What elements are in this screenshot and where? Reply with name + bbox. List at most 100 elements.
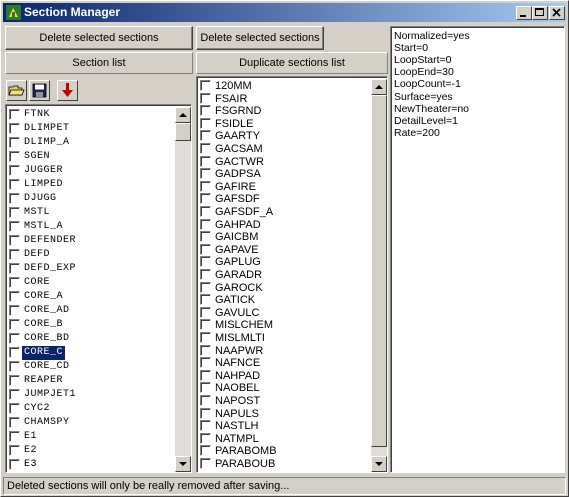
item-label: CORE_CD (24, 361, 70, 372)
property-line: DetailLevel=1 (394, 114, 458, 127)
item-checkbox[interactable] (9, 431, 20, 442)
arrow-down-icon (375, 462, 383, 466)
item-checkbox[interactable] (200, 206, 211, 217)
item-checkbox[interactable] (200, 180, 211, 192)
scroll-thumb[interactable] (371, 95, 387, 447)
item-checkbox[interactable] (200, 294, 211, 306)
item-checkbox[interactable] (200, 432, 211, 444)
item-checkbox[interactable] (200, 155, 211, 167)
maximize-icon (535, 8, 544, 16)
item-checkbox[interactable] (9, 193, 20, 204)
item-checkbox[interactable] (200, 281, 211, 293)
delete-down-arrow-icon (62, 83, 73, 97)
item-label: CORE_A (24, 291, 64, 302)
item-checkbox[interactable] (200, 218, 211, 230)
property-line: Normalized=yes (394, 30, 470, 42)
delete-down-button[interactable] (57, 80, 78, 101)
arrow-up-icon (375, 85, 383, 89)
item-label: DJUGG (24, 193, 57, 204)
open-folder-icon (8, 85, 25, 96)
item-checkbox[interactable] (9, 403, 20, 414)
maximize-button[interactable] (532, 6, 548, 20)
open-button[interactable] (6, 80, 27, 101)
item-checkbox[interactable] (200, 193, 211, 205)
item-checkbox[interactable] (9, 221, 20, 232)
scroll-down-button[interactable] (371, 456, 387, 472)
save-button[interactable] (29, 80, 50, 101)
item-checkbox[interactable] (9, 123, 20, 134)
item-label: DEFD (24, 249, 51, 260)
scroll-up-button[interactable] (371, 79, 387, 95)
item-label: REAPER (24, 375, 64, 386)
item-checkbox[interactable] (9, 375, 20, 386)
item-checkbox[interactable] (9, 235, 20, 246)
scroll-up-button[interactable] (175, 107, 191, 123)
item-checkbox[interactable] (200, 445, 211, 457)
item-checkbox[interactable] (200, 458, 211, 469)
item-checkbox[interactable] (200, 420, 211, 432)
window-title: Section Manager (24, 5, 121, 19)
item-checkbox[interactable] (9, 417, 20, 428)
item-checkbox[interactable] (200, 344, 211, 356)
item-checkbox[interactable] (200, 143, 211, 154)
delete-selected-sections-button-left[interactable]: Delete selected sections (5, 26, 193, 50)
item-checkbox[interactable] (9, 263, 20, 274)
item-checkbox[interactable] (9, 291, 20, 302)
item-checkbox[interactable] (200, 319, 211, 331)
item-label: SGEN (24, 151, 51, 162)
item-checkbox[interactable] (200, 369, 211, 381)
item-label: CORE_B (24, 319, 64, 330)
item-checkbox[interactable] (200, 256, 211, 268)
property-line: LoopStart=0 (394, 54, 452, 67)
item-label: CORE_C (20, 345, 67, 361)
item-checkbox[interactable] (9, 389, 20, 400)
close-button[interactable] (549, 6, 565, 20)
item-checkbox[interactable] (9, 165, 20, 176)
item-checkbox[interactable] (200, 80, 211, 91)
item-checkbox[interactable] (9, 333, 20, 344)
item-checkbox[interactable] (9, 319, 20, 330)
minimize-icon (520, 15, 526, 17)
item-checkbox[interactable] (9, 361, 20, 372)
delete-selected-sections-button-middle[interactable]: Delete selected sections (196, 26, 324, 50)
duplicate-sections-list[interactable]: 120MM FSAIR FSGRND FSIDLE GAARTY GACSAM GACTWR… (196, 76, 388, 473)
item-checkbox[interactable] (200, 168, 211, 180)
item-checkbox[interactable] (200, 357, 211, 369)
item-checkbox[interactable] (200, 231, 211, 243)
item-checkbox[interactable] (200, 407, 211, 419)
item-checkbox[interactable] (9, 459, 20, 470)
item-checkbox[interactable] (9, 137, 20, 148)
item-checkbox[interactable] (9, 151, 20, 162)
item-checkbox[interactable] (200, 92, 211, 104)
item-checkbox[interactable] (200, 332, 211, 343)
section-list-scrollbar[interactable] (175, 107, 191, 472)
item-label: MSTL (24, 207, 51, 218)
item-checkbox[interactable] (200, 130, 211, 142)
item-checkbox[interactable] (200, 382, 211, 394)
item-checkbox[interactable] (9, 277, 20, 288)
item-checkbox[interactable] (200, 269, 211, 280)
item-checkbox[interactable] (9, 249, 20, 260)
title-bar[interactable]: Section Manager (3, 3, 566, 22)
section-manager-window: Section Manager Delete selected sections… (0, 0, 569, 497)
section-properties-textbox[interactable]: Normalized=yes Start=0 LoopStart=0 LoopEnd=… (390, 26, 565, 473)
duplicate-list-scrollbar[interactable] (371, 79, 387, 472)
item-checkbox[interactable] (9, 179, 20, 190)
item-checkbox[interactable] (9, 347, 20, 358)
item-checkbox[interactable] (9, 207, 20, 218)
item-label: CORE (24, 277, 51, 288)
section-list[interactable]: FTNK DLIMPET DLIMP_A SGEN JUGGER LIMPED DJUGG M… (5, 104, 192, 473)
minimize-button[interactable] (516, 6, 532, 20)
scroll-down-button[interactable] (175, 456, 191, 472)
item-checkbox[interactable] (9, 305, 20, 316)
item-checkbox[interactable] (200, 243, 211, 255)
item-label: CORE_AD (24, 305, 70, 316)
item-checkbox[interactable] (9, 445, 20, 456)
property-line: LoopEnd=30 (394, 66, 454, 79)
item-checkbox[interactable] (200, 395, 211, 406)
scroll-thumb[interactable] (175, 123, 191, 141)
item-checkbox[interactable] (9, 109, 20, 120)
item-checkbox[interactable] (200, 105, 211, 117)
item-checkbox[interactable] (200, 306, 211, 318)
item-checkbox[interactable] (200, 117, 211, 129)
